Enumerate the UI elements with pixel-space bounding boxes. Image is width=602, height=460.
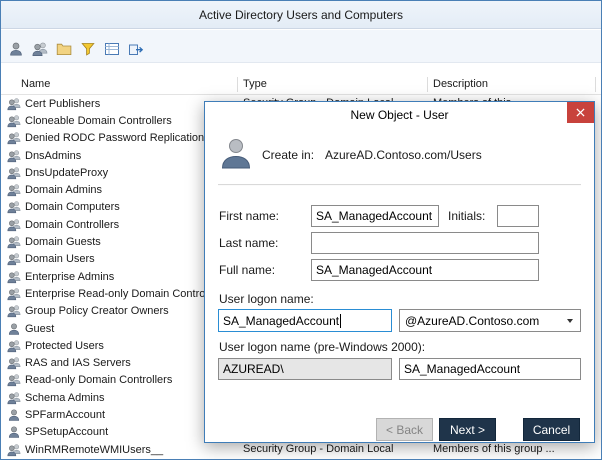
full-name-label: Full name: <box>219 263 276 277</box>
pre2000-domain-input <box>218 358 392 380</box>
toolbar <box>1 30 601 63</box>
filter-button[interactable] <box>77 38 99 60</box>
export-list-button[interactable] <box>125 38 147 60</box>
list-item-name: RAS and IAS Servers <box>25 357 131 370</box>
group-icon <box>7 97 21 111</box>
window-titlebar: Active Directory Users and Computers <box>1 1 601 29</box>
list-item-name: WinRMRemoteWMIUsers__ <box>25 443 164 456</box>
list-item-name: Denied RODC Password Replication <box>25 132 205 145</box>
list-item[interactable]: WinRMRemoteWMIUsers__ Security Group - Do… <box>1 441 601 458</box>
next-button[interactable]: Next > <box>439 418 496 441</box>
list-item-name: Group Policy Creator Owners <box>25 305 169 318</box>
close-icon <box>576 108 585 117</box>
list-item-name: Domain Computers <box>25 201 120 214</box>
last-name-label: Last name: <box>219 236 279 250</box>
pre2000-logon-label: User logon name (pre-Windows 2000): <box>219 340 426 354</box>
new-group-icon <box>32 41 48 57</box>
new-ou-icon <box>56 41 72 57</box>
list-item-name: Domain Admins <box>25 184 103 197</box>
list-item-description: Members of this group ... <box>433 442 555 455</box>
export-list-icon <box>128 41 144 57</box>
list-item-type: Security Group - Domain Local <box>243 442 394 455</box>
full-name-input[interactable] <box>311 259 539 281</box>
group-icon <box>7 218 21 232</box>
list-item-name: Guest <box>25 322 55 335</box>
group-icon <box>7 270 21 284</box>
list-item-name: DnsAdmins <box>25 149 82 162</box>
group-icon <box>7 391 21 405</box>
group-icon <box>7 200 21 214</box>
list-item-name: SPFarmAccount <box>25 408 106 421</box>
close-button[interactable] <box>567 102 594 123</box>
list-item-name: Protected Users <box>25 339 104 352</box>
user-icon <box>7 322 21 336</box>
list-item-name: Enterprise Read-only Domain Controllers <box>25 287 226 300</box>
group-icon <box>7 356 21 370</box>
group-icon <box>7 443 21 457</box>
list-item-name: DnsUpdateProxy <box>25 166 109 179</box>
column-header-type[interactable]: Type <box>243 78 267 90</box>
dialog-titlebar: New Object - User <box>205 102 594 126</box>
header-separator <box>595 77 596 92</box>
filter-icon <box>80 41 96 57</box>
group-icon <box>7 252 21 266</box>
group-icon <box>7 166 21 180</box>
group-icon <box>7 149 21 163</box>
create-in-label: Create in: <box>262 148 315 162</box>
list-item-name: Schema Admins <box>25 391 105 404</box>
group-icon <box>7 183 21 197</box>
list-view-icon <box>104 41 120 57</box>
dialog-title: New Object - User <box>350 108 449 122</box>
column-header-name[interactable]: Name <box>21 78 50 90</box>
last-name-input[interactable] <box>311 232 539 254</box>
upn-suffix-select[interactable]: @AzureAD.Contoso.com <box>399 309 581 332</box>
group-icon <box>7 304 21 318</box>
list-item-name: SPSetupAccount <box>25 426 109 439</box>
user-logon-name-value: SA_ManagedAccount <box>223 313 340 328</box>
list-item-name: Domain Controllers <box>25 218 120 231</box>
list-item-name: Enterprise Admins <box>25 270 115 283</box>
pre2000-logon-input[interactable] <box>399 358 581 380</box>
group-icon <box>7 131 21 145</box>
initials-input[interactable] <box>497 205 539 227</box>
upn-suffix-value: @AzureAD.Contoso.com <box>405 313 540 328</box>
cancel-button[interactable]: Cancel <box>523 418 580 441</box>
new-group-button[interactable] <box>29 38 51 60</box>
new-ou-button[interactable] <box>53 38 75 60</box>
first-name-label: First name: <box>219 209 280 223</box>
group-icon <box>7 373 21 387</box>
list-view-button[interactable] <box>101 38 123 60</box>
column-header-description[interactable]: Description <box>433 78 488 90</box>
user-logon-name-label: User logon name: <box>219 292 314 306</box>
aduc-window: Active Directory Users and Computers Nam… <box>0 0 602 460</box>
first-name-input[interactable] <box>311 205 439 227</box>
chevron-down-icon <box>567 319 573 323</box>
new-user-icon <box>8 41 24 57</box>
text-caret <box>340 313 342 328</box>
user-bust-icon <box>218 136 254 172</box>
header-separator <box>237 77 238 92</box>
group-icon <box>7 235 21 249</box>
back-button[interactable]: < Back <box>376 418 433 441</box>
list-item-name: Cloneable Domain Controllers <box>25 114 172 127</box>
header-separator <box>427 77 428 92</box>
user-icon <box>7 408 21 422</box>
initials-label: Initials: <box>448 209 486 223</box>
group-icon <box>7 287 21 301</box>
separator <box>218 184 581 186</box>
create-in-value: AzureAD.Contoso.com/Users <box>325 148 482 162</box>
group-icon <box>7 114 21 128</box>
group-icon <box>7 339 21 353</box>
list-item-name: Cert Publishers <box>25 97 101 110</box>
user-logon-name-input[interactable]: SA_ManagedAccount <box>218 309 392 332</box>
user-icon <box>7 425 21 439</box>
list-item-name: Read-only Domain Controllers <box>25 374 173 387</box>
list-header: Name Type Description <box>1 75 601 95</box>
new-object-user-dialog: New Object - User Create in: AzureAD.Con… <box>204 101 595 443</box>
list-item-name: Domain Users <box>25 253 95 266</box>
new-user-button[interactable] <box>5 38 27 60</box>
window-title: Active Directory Users and Computers <box>198 8 404 22</box>
list-item-name: Domain Guests <box>25 236 101 249</box>
